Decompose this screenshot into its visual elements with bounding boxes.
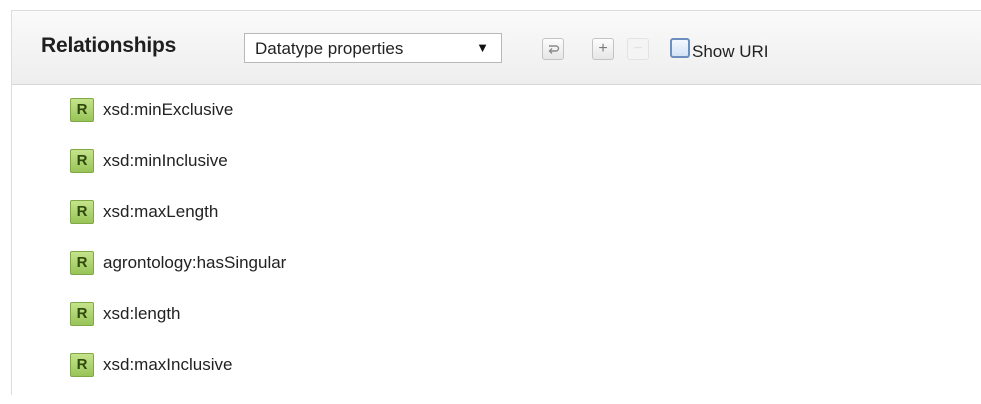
show-uri-checkbox[interactable] bbox=[670, 38, 690, 58]
plus-icon: + bbox=[598, 40, 608, 57]
minus-icon: − bbox=[633, 40, 643, 57]
relationship-label[interactable]: xsd:minInclusive bbox=[103, 151, 228, 171]
show-uri-label[interactable]: Show URI bbox=[692, 42, 769, 62]
relationship-label[interactable]: xsd:minExclusive bbox=[103, 100, 233, 120]
dropdown-arrow-icon: ▼ bbox=[476, 40, 489, 55]
relationship-label[interactable]: xsd:maxLength bbox=[103, 202, 218, 222]
panel-title: Relationships bbox=[41, 34, 177, 57]
property-type-select[interactable]: Datatype properties ▼ bbox=[244, 33, 502, 63]
refresh-button[interactable] bbox=[542, 38, 564, 60]
add-button[interactable]: + bbox=[592, 38, 614, 60]
remove-button[interactable]: − bbox=[627, 38, 649, 60]
panel-header: Relationships Datatype properties ▼ + − … bbox=[12, 11, 981, 85]
relationship-badge-icon: R bbox=[70, 251, 94, 275]
relationship-badge-icon: R bbox=[70, 200, 94, 224]
relationship-badge-icon: R bbox=[70, 353, 94, 377]
relationship-label[interactable]: xsd:length bbox=[103, 304, 181, 324]
relationship-badge-icon: R bbox=[70, 149, 94, 173]
relationship-label[interactable]: agrontology:hasSingular bbox=[103, 253, 286, 273]
relationships-panel: Relationships Datatype properties ▼ + − … bbox=[11, 10, 981, 395]
relationship-badge-icon: R bbox=[70, 302, 94, 326]
refresh-icon bbox=[548, 45, 560, 54]
relationship-badge-icon: R bbox=[70, 98, 94, 122]
property-type-select-value: Datatype properties bbox=[255, 39, 404, 58]
relationship-label[interactable]: xsd:maxInclusive bbox=[103, 355, 232, 375]
